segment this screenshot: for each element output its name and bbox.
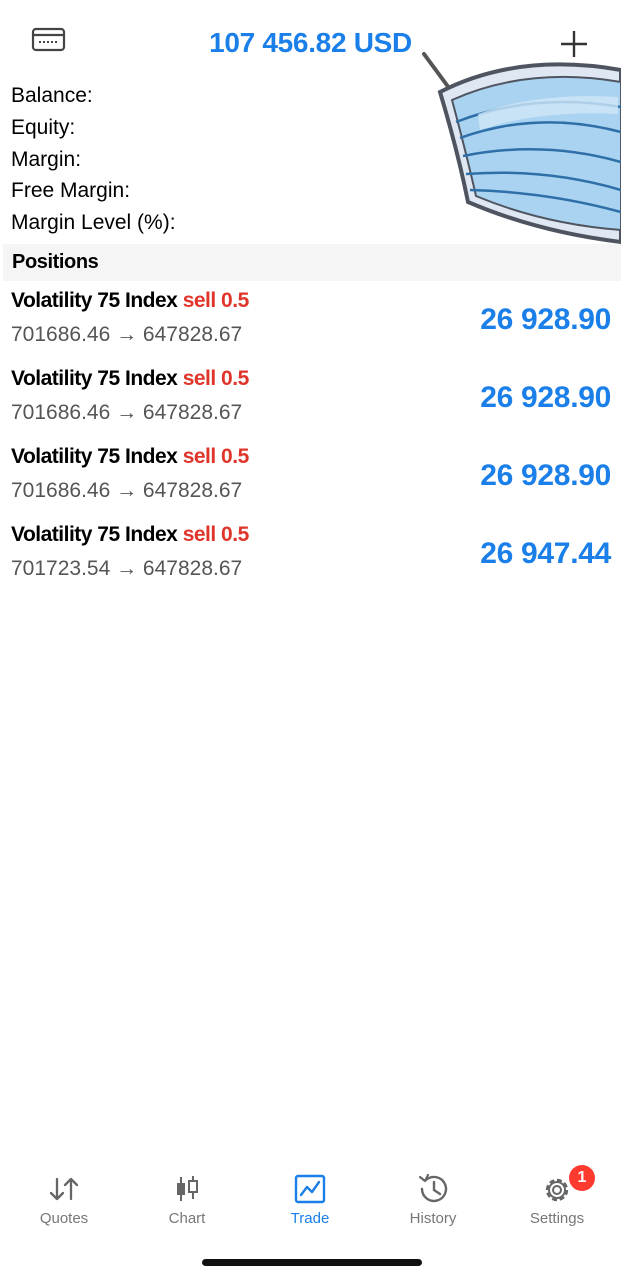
quotes-arrows-icon [49,1177,79,1201]
position-prices: 701686.46 → 647828.67 [11,401,243,424]
position-symbol: Volatility 75 Index sell 0.5 [11,367,249,391]
tab-trade-label: Trade [290,1210,330,1227]
position-prices: 701686.46 → 647828.67 [11,323,243,346]
summary-free-margin-label: Free Margin: [11,179,131,203]
trade-chart-icon [294,1174,326,1204]
position-symbol: Volatility 75 Index sell 0.5 [11,289,249,313]
tab-chart-label: Chart [168,1210,206,1227]
history-clock-icon [418,1173,448,1203]
tab-trade[interactable]: Trade [255,1163,365,1243]
position-row[interactable]: Volatility 75 Index sell 0.5 701723.54 →… [0,515,621,593]
position-profit: 26 947.44 [480,537,611,570]
tab-settings[interactable]: 1 Settings [502,1163,612,1243]
position-row[interactable]: Volatility 75 Index sell 0.5 701686.46 →… [0,281,621,359]
position-symbol: Volatility 75 Index sell 0.5 [11,523,249,547]
summary-equity-label: Equity: [11,115,76,139]
notification-badge: 1 [569,1165,595,1191]
position-symbol-name: Volatility 75 Index [11,445,178,468]
position-profit: 26 928.90 [480,303,611,336]
position-symbol: Volatility 75 Index sell 0.5 [11,445,249,469]
position-profit: 26 928.90 [480,381,611,414]
summary-margin-level-label: Margin Level (%): [11,211,176,234]
positions-list: Volatility 75 Index sell 0.5 701686.46 →… [0,281,621,593]
position-side: sell 0.5 [182,445,250,468]
position-profit: 26 928.90 [480,459,611,492]
position-prices: 701686.46 → 647828.67 [11,479,243,502]
summary-margin-label: Margin: [11,147,82,171]
positions-section-header: Positions [3,244,621,281]
position-side: sell 0.5 [182,289,250,312]
position-side: sell 0.5 [182,367,250,390]
account-summary: Balance: Equity: Margin: Free Margin: Ma… [11,80,176,239]
tab-settings-label: Settings [529,1210,585,1227]
summary-balance-label: Balance: [11,84,93,107]
position-symbol-name: Volatility 75 Index [11,523,178,546]
position-symbol-name: Volatility 75 Index [11,289,178,312]
position-symbol-name: Volatility 75 Index [11,367,178,390]
position-prices: 701723.54 → 647828.67 [11,557,243,580]
tab-history[interactable]: History [378,1163,488,1243]
home-indicator[interactable] [202,1259,422,1266]
candlestick-icon [177,1176,198,1201]
face-mask-sticker [422,52,621,245]
position-row[interactable]: Volatility 75 Index sell 0.5 701686.46 →… [0,437,621,515]
positions-title: Positions [12,251,99,273]
position-row[interactable]: Volatility 75 Index sell 0.5 701686.46 →… [0,359,621,437]
tab-history-label: History [409,1210,457,1227]
tab-quotes[interactable]: Quotes [9,1163,119,1243]
tab-quotes-label: Quotes [39,1210,89,1227]
tab-chart[interactable]: Chart [132,1163,242,1243]
position-side: sell 0.5 [182,523,250,546]
